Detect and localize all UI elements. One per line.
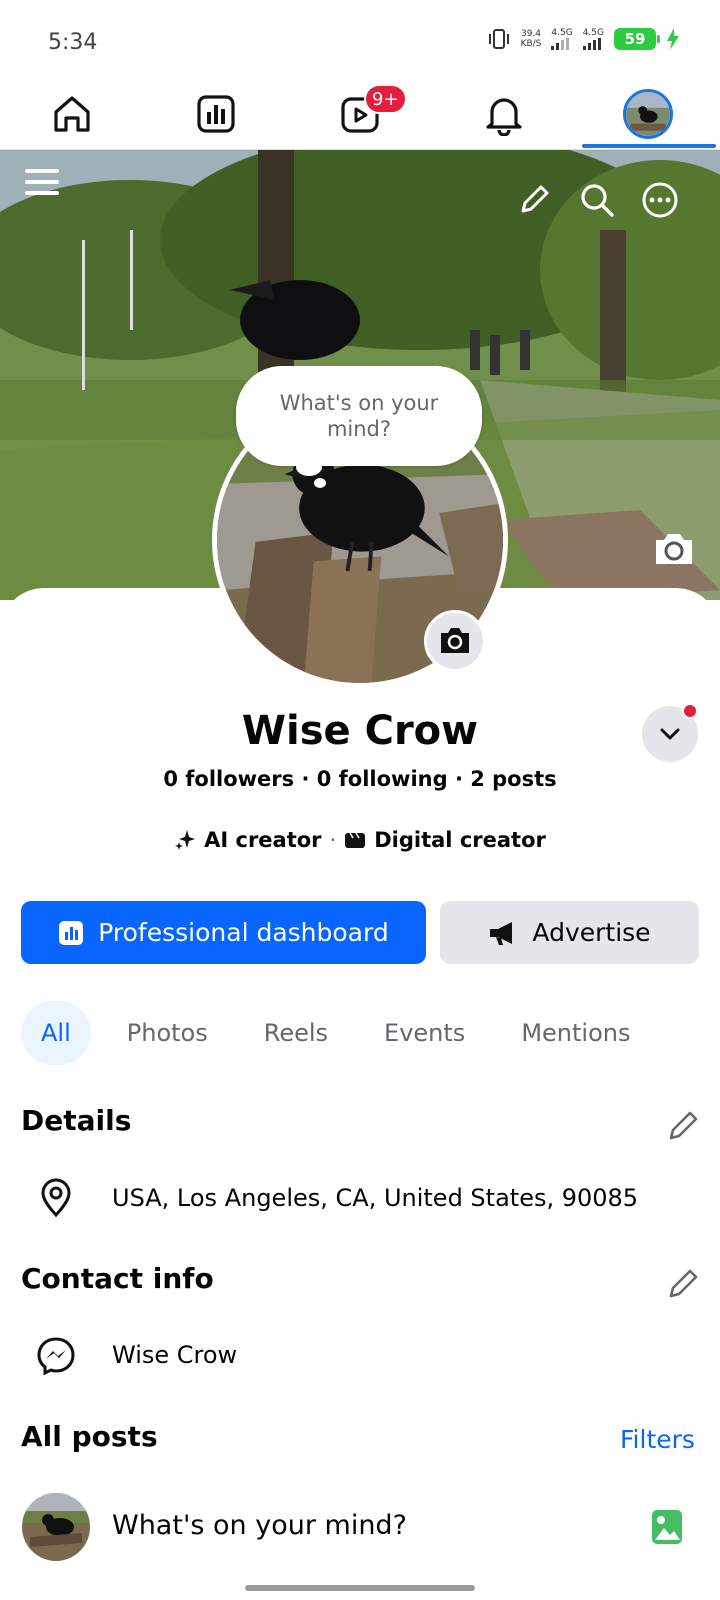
- active-tab-indicator: [582, 144, 716, 148]
- home-indicator[interactable]: [245, 1585, 475, 1591]
- home-icon: [54, 96, 90, 132]
- tab-reels[interactable]: Reels: [244, 1001, 348, 1065]
- dashboard-icon: [197, 95, 235, 133]
- signal-bars-icon: [551, 38, 570, 50]
- edit-profile-button[interactable]: [512, 178, 556, 222]
- status-time: 5:34: [48, 30, 98, 55]
- profile-stats[interactable]: 0 followers · 0 following · 2 posts: [0, 767, 720, 791]
- messenger-icon: [37, 1337, 75, 1376]
- network-speed-unit: KB/S: [520, 39, 542, 49]
- menu-icon: [25, 169, 59, 195]
- signal-2: 4.5G: [582, 28, 604, 50]
- profile-picture-camera-button[interactable]: [424, 610, 486, 672]
- edit-contact-pencil-icon[interactable]: [664, 1265, 702, 1303]
- contact-info-title: Contact info: [21, 1262, 214, 1295]
- crow-avatar-image: [22, 1493, 90, 1561]
- photo-icon[interactable]: [650, 1508, 684, 1546]
- megaphone-icon: [490, 921, 513, 945]
- bell-icon: [486, 98, 522, 136]
- location-pin-icon: [41, 1178, 71, 1218]
- composer-input[interactable]: What's on your mind?: [112, 1510, 407, 1541]
- category-ai-creator-label: AI creator: [204, 828, 322, 852]
- profile-avatar: [623, 89, 673, 139]
- messenger-name[interactable]: Wise Crow: [112, 1341, 237, 1369]
- camera-icon: [441, 628, 469, 653]
- menu-button[interactable]: [20, 160, 64, 204]
- edit-details-pencil-icon[interactable]: [664, 1107, 702, 1145]
- tab-all[interactable]: All: [21, 1001, 91, 1065]
- signal-1: 4.5G: [551, 28, 573, 50]
- pencil-icon: [521, 185, 549, 213]
- filters-link[interactable]: Filters: [620, 1425, 695, 1454]
- category-digital-creator-label: Digital creator: [374, 828, 546, 852]
- notification-dot: [682, 703, 698, 719]
- signal-2-label: 4.5G: [582, 28, 604, 38]
- top-nav: 9+: [0, 80, 720, 150]
- bubble-tail-dot: [314, 478, 326, 488]
- professional-dashboard-label: Professional dashboard: [98, 918, 389, 947]
- more-icon: [642, 182, 678, 218]
- all-posts-title: All posts: [21, 1420, 158, 1453]
- nav-reels[interactable]: 9+: [320, 84, 407, 144]
- status-bar: 5:34 39.4 KB/S 4.5G 4.5G 59: [0, 0, 720, 80]
- advertise-label: Advertise: [532, 918, 651, 947]
- nav-home[interactable]: [32, 84, 112, 144]
- details-title: Details: [21, 1104, 132, 1137]
- vibrate-icon: [488, 29, 509, 49]
- status-bubble[interactable]: What's on your mind?: [236, 366, 482, 466]
- category-separator: ·: [329, 828, 337, 852]
- tab-events[interactable]: Events: [364, 1001, 485, 1065]
- more-button[interactable]: [638, 178, 682, 222]
- category-ai-creator: AI creator: [174, 828, 322, 852]
- nav-dashboard[interactable]: [176, 84, 256, 144]
- clapper-icon: [345, 832, 366, 848]
- status-icons: 39.4 KB/S 4.5G 4.5G 59: [487, 28, 680, 50]
- sparkle-icon: [175, 830, 196, 850]
- location-text: USA, Los Angeles, CA, United States, 900…: [112, 1184, 639, 1212]
- charging-bolt-icon: [667, 28, 679, 50]
- category-digital-creator: Digital creator: [344, 828, 546, 852]
- search-button[interactable]: [575, 178, 619, 222]
- profile-categories: AI creator · Digital creator: [0, 828, 720, 852]
- network-speed: 39.4 KB/S: [521, 29, 542, 49]
- crow-avatar-image: [626, 92, 670, 136]
- dashboard-icon: [59, 920, 84, 945]
- network-speed-value: 39.4: [520, 29, 542, 39]
- composer-avatar[interactable]: [22, 1493, 90, 1561]
- profile-name: Wise Crow: [241, 708, 479, 754]
- bubble-tail: [296, 458, 322, 476]
- tab-photos[interactable]: Photos: [107, 1001, 228, 1065]
- tab-mentions[interactable]: Mentions: [501, 1001, 650, 1065]
- chevron-down-icon: [660, 728, 680, 740]
- signal-1-label: 4.5G: [551, 28, 573, 38]
- reels-badge: 9+: [364, 84, 407, 114]
- search-icon: [581, 184, 614, 217]
- battery-icon: 59: [614, 28, 660, 50]
- signal-bars-icon: [582, 38, 601, 50]
- advertise-button[interactable]: Advertise: [440, 901, 699, 964]
- profile-tabs: All Photos Reels Events Mentions: [21, 1001, 666, 1065]
- cover-camera-icon[interactable]: [652, 530, 696, 568]
- nav-notifications[interactable]: [464, 84, 544, 144]
- nav-profile[interactable]: [608, 84, 688, 144]
- professional-dashboard-button[interactable]: Professional dashboard: [21, 901, 426, 964]
